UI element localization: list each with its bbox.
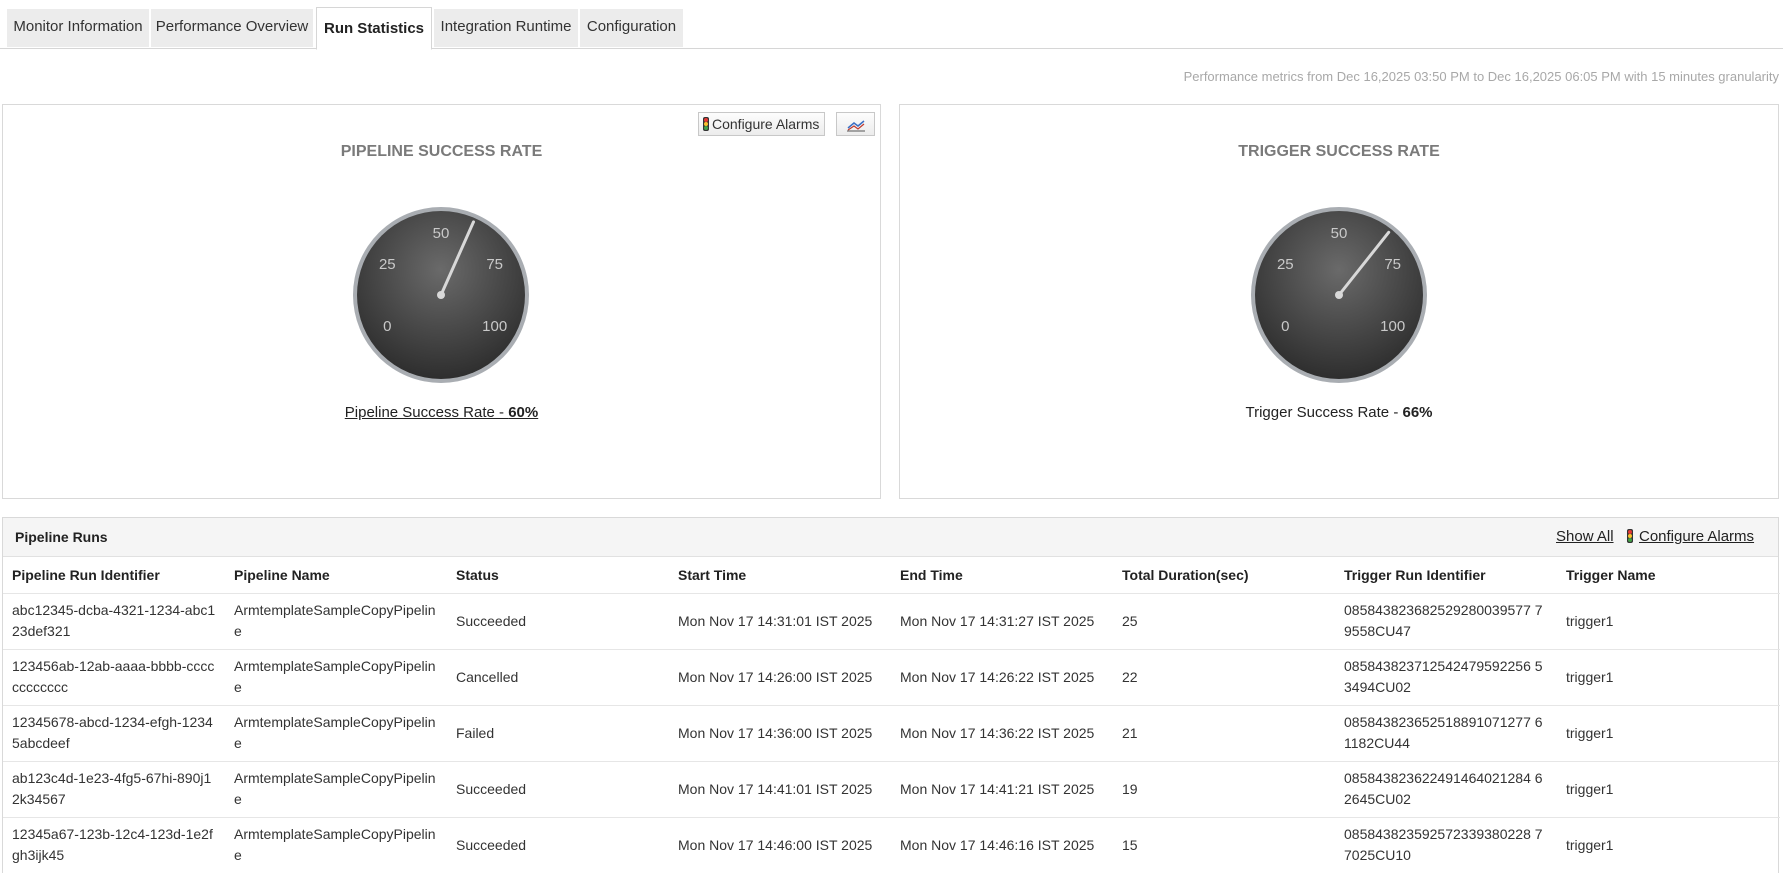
trigger-name-cell: trigger1 (1557, 705, 1780, 762)
traffic-light-icon (1627, 529, 1633, 543)
pipeline-success-panel: Configure Alarms PIPELINE SUCCESS RATE 0… (2, 104, 881, 499)
pipeline-run-id-cell: 123456ab-12ab-aaaa-bbbb-cccccccccccc (3, 649, 225, 706)
trigger-tick-label: 100 (1380, 318, 1405, 335)
table-header-row: Pipeline Run Identifier Pipeline Name Stat… (3, 557, 1780, 594)
trigger-tick-label: 75 (1384, 256, 1401, 273)
col-start-time-header: Start Time (669, 557, 891, 594)
pipeline-runs-title: Pipeline Runs (15, 529, 108, 545)
table-row[interactable]: 12345a67-123b-12c4-123d-1e2fgh3ijk45 Armt… (3, 817, 1780, 873)
col-total-duration-header: Total Duration(sec) (1113, 557, 1335, 594)
trigger-name-cell: trigger1 (1557, 593, 1780, 650)
line-chart-icon (847, 120, 865, 132)
pipeline-run-id-cell: abc12345-dcba-4321-1234-abc123def321 (3, 593, 225, 650)
start-time-cell: Mon Nov 17 14:41:01 IST 2025 (669, 761, 891, 818)
pipeline-run-id-cell: 12345a67-123b-12c4-123d-1e2fgh3ijk45 (3, 817, 225, 873)
pipeline-gauge-hub (437, 291, 445, 299)
trigger-success-gauge: 0 25 50 75 100 (1251, 207, 1427, 383)
pipeline-runs-header: Pipeline Runs Show All Configure Alarms (3, 518, 1778, 557)
start-time-cell: Mon Nov 17 14:46:00 IST 2025 (669, 817, 891, 873)
end-time-cell: Mon Nov 17 14:26:22 IST 2025 (891, 649, 1113, 706)
pipeline-tick-label: 100 (482, 318, 507, 335)
pipeline-tick-label: 25 (379, 256, 396, 273)
trigger-run-id-cell: 085843823712542479592256 53494CU02 (1335, 649, 1557, 706)
pipeline-tick-label: 50 (433, 225, 450, 242)
trigger-caption-label: Trigger Success Rate - (1245, 404, 1403, 421)
trigger-success-rate-caption: Trigger Success Rate - 66% (900, 404, 1778, 421)
start-time-cell: Mon Nov 17 14:26:00 IST 2025 (669, 649, 891, 706)
pipeline-name-cell: ArmtemplateSampleCopyPipeline (225, 761, 447, 818)
trigger-caption-value: 66% (1402, 404, 1433, 421)
table-row[interactable]: abc12345-dcba-4321-1234-abc123def321 Armt… (3, 593, 1780, 650)
col-status-header: Status (447, 557, 669, 594)
col-pipeline-name-header: Pipeline Name (225, 557, 447, 594)
trigger-run-id-cell: 085843823622491464021284 62645CU02 (1335, 761, 1557, 818)
chart-view-button[interactable] (836, 112, 875, 136)
start-time-cell: Mon Nov 17 14:36:00 IST 2025 (669, 705, 891, 762)
trigger-run-id-cell: 085843823682529280039577 79558CU47 (1335, 593, 1557, 650)
performance-metrics-note: Performance metrics from Dec 16,2025 03:… (1183, 69, 1779, 84)
duration-cell: 19 (1113, 761, 1335, 818)
pipeline-name-cell: ArmtemplateSampleCopyPipeline (225, 817, 447, 873)
trigger-gauge-hub (1335, 291, 1343, 299)
trigger-tick-label: 0 (1281, 318, 1289, 335)
traffic-light-icon (703, 117, 709, 131)
tab-performance-overview[interactable]: Performance Overview (151, 9, 313, 47)
table-row[interactable]: ab123c4d-1e23-4fg5-67hi-890j12k34567 Armt… (3, 761, 1780, 818)
trigger-run-id-cell: 085843823592572339380228 77025CU10 (1335, 817, 1557, 873)
pipeline-success-rate-link[interactable]: Pipeline Success Rate - 60% (3, 404, 880, 421)
pipeline-caption-value: 60% (508, 404, 539, 421)
status-cell: Succeeded (447, 761, 669, 818)
col-end-time-header: End Time (891, 557, 1113, 594)
pipeline-runs-panel: Pipeline Runs Show All Configure Alarms … (2, 517, 1780, 873)
start-time-cell: Mon Nov 17 14:31:01 IST 2025 (669, 593, 891, 650)
end-time-cell: Mon Nov 17 14:41:21 IST 2025 (891, 761, 1113, 818)
table-row[interactable]: 12345678-abcd-1234-efgh-12345abcdeef Armt… (3, 705, 1780, 762)
pipeline-run-id-cell: ab123c4d-1e23-4fg5-67hi-890j12k34567 (3, 761, 225, 818)
end-time-cell: Mon Nov 17 14:46:16 IST 2025 (891, 817, 1113, 873)
pipeline-run-id-cell: 12345678-abcd-1234-efgh-12345abcdeef (3, 705, 225, 762)
end-time-cell: Mon Nov 17 14:36:22 IST 2025 (891, 705, 1113, 762)
table-row[interactable]: 123456ab-12ab-aaaa-bbbb-cccccccccccc Armt… (3, 649, 1780, 706)
trigger-tick-label: 50 (1331, 225, 1348, 242)
duration-cell: 22 (1113, 649, 1335, 706)
pipeline-runs-table: Pipeline Run Identifier Pipeline Name Stat… (3, 557, 1780, 873)
tab-bar: Monitor Information Performance Overview… (0, 0, 1783, 50)
end-time-cell: Mon Nov 17 14:31:27 IST 2025 (891, 593, 1113, 650)
col-trigger-run-id-header: Trigger Run Identifier (1335, 557, 1557, 594)
pipeline-name-cell: ArmtemplateSampleCopyPipeline (225, 705, 447, 762)
tab-monitor-information[interactable]: Monitor Information (7, 9, 149, 47)
pipeline-name-cell: ArmtemplateSampleCopyPipeline (225, 649, 447, 706)
runs-configure-alarms-link[interactable]: Configure Alarms (1627, 528, 1754, 545)
duration-cell: 15 (1113, 817, 1335, 873)
trigger-tick-label: 25 (1277, 256, 1294, 273)
pipeline-tick-label: 75 (486, 256, 503, 273)
show-all-link[interactable]: Show All (1556, 528, 1614, 545)
status-cell: Failed (447, 705, 669, 762)
trigger-run-id-cell: 085843823652518891071277 61182CU44 (1335, 705, 1557, 762)
col-trigger-name-header: Trigger Name (1557, 557, 1780, 594)
pipeline-success-gauge: 0 25 50 75 100 (353, 207, 529, 383)
trigger-success-panel: TRIGGER SUCCESS RATE 0 25 50 75 100 Trigger … (899, 104, 1779, 499)
trigger-name-cell: trigger1 (1557, 649, 1780, 706)
trigger-name-cell: trigger1 (1557, 761, 1780, 818)
status-cell: Cancelled (447, 649, 669, 706)
tab-run-statistics[interactable]: Run Statistics (316, 7, 432, 50)
tab-integration-runtime[interactable]: Integration Runtime (434, 9, 578, 47)
trigger-gauge-title: TRIGGER SUCCESS RATE (1238, 143, 1440, 160)
col-pipeline-run-id-header: Pipeline Run Identifier (3, 557, 225, 594)
trigger-name-cell: trigger1 (1557, 817, 1780, 873)
pipeline-name-cell: ArmtemplateSampleCopyPipeline (225, 593, 447, 650)
status-cell: Succeeded (447, 817, 669, 873)
pipeline-gauge-title: PIPELINE SUCCESS RATE (340, 143, 543, 160)
duration-cell: 25 (1113, 593, 1335, 650)
pipeline-tick-label: 0 (383, 318, 391, 335)
configure-alarms-button[interactable]: Configure Alarms (698, 112, 826, 136)
runs-configure-alarms-label: Configure Alarms (1639, 528, 1755, 545)
pipeline-caption-label: Pipeline Success Rate - (344, 404, 509, 421)
duration-cell: 21 (1113, 705, 1335, 762)
status-cell: Succeeded (447, 593, 669, 650)
tab-configuration[interactable]: Configuration (580, 9, 683, 47)
configure-alarms-label: Configure Alarms (712, 116, 820, 132)
